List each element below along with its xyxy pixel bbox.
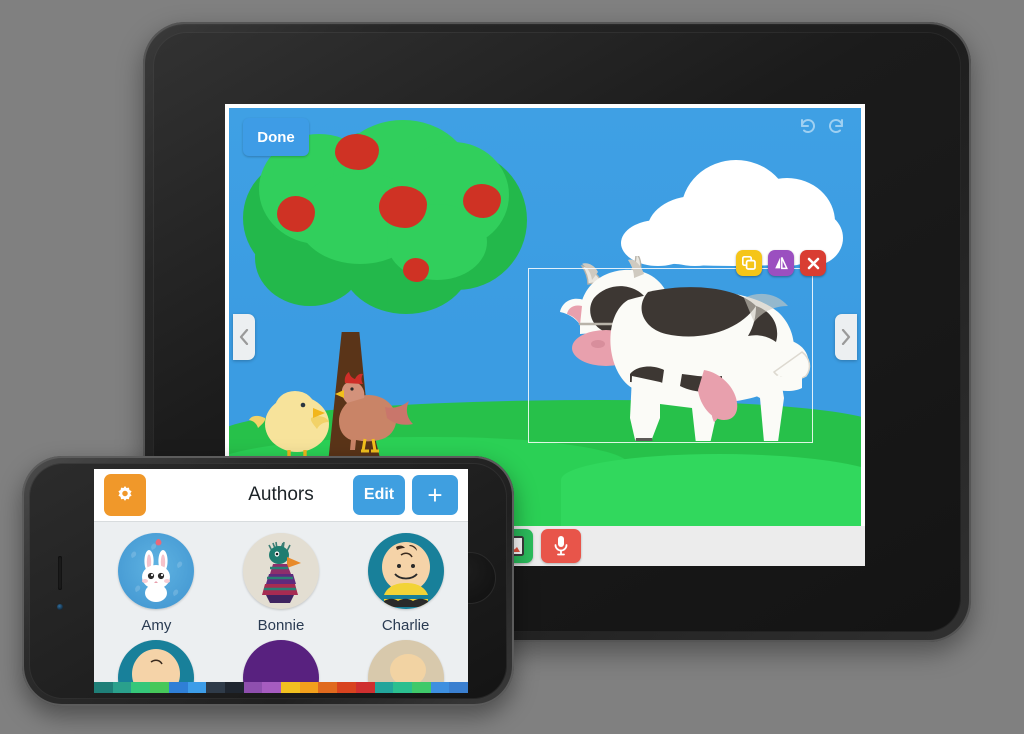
color-swatch[interactable] <box>281 682 300 693</box>
color-swatch[interactable] <box>112 682 132 693</box>
apple <box>463 184 501 218</box>
redo-icon[interactable] <box>827 116 847 136</box>
chevron-left-icon <box>239 329 249 345</box>
color-strip[interactable] <box>94 682 468 693</box>
author-item[interactable]: Charlie <box>343 533 468 634</box>
next-page-button[interactable] <box>835 314 857 360</box>
earpiece-speaker <box>58 556 62 590</box>
color-swatch[interactable] <box>243 682 263 693</box>
rabbit-illustration <box>131 539 183 602</box>
color-swatch[interactable] <box>94 682 113 693</box>
color-swatch[interactable] <box>224 682 244 693</box>
author-name: Bonnie <box>257 617 305 634</box>
authors-grid: Amy Bonnie Charlie <box>94 521 468 693</box>
header-actions: Edit + <box>353 475 458 515</box>
flip-button[interactable] <box>768 250 794 276</box>
apple <box>277 196 315 232</box>
rabbit-avatar[interactable] <box>118 533 195 609</box>
gear-icon <box>118 486 132 501</box>
delete-button[interactable] <box>800 250 826 276</box>
charlie-brown-illustration <box>381 542 430 607</box>
duplicate-button[interactable] <box>736 250 762 276</box>
color-swatch[interactable] <box>168 682 188 693</box>
scene-root: Done Authors Edit + Amy Bonnie Charlie <box>0 0 1024 734</box>
chevron-right-icon <box>841 329 851 345</box>
charlie-brown-avatar[interactable] <box>367 533 444 609</box>
color-swatch[interactable] <box>337 682 356 693</box>
microphone-icon <box>554 536 568 556</box>
color-swatch[interactable] <box>430 682 450 693</box>
color-swatch[interactable] <box>374 682 394 693</box>
add-button-label: + <box>427 480 443 510</box>
chick <box>249 391 329 462</box>
front-camera-icon <box>57 604 63 610</box>
undo-redo-group <box>797 116 847 136</box>
author-name: Charlie <box>381 617 430 634</box>
apple <box>403 258 429 282</box>
iphone-device: Authors Edit + Amy Bonnie Charlie <box>22 456 514 706</box>
author-name: Amy <box>141 617 172 634</box>
color-swatch[interactable] <box>131 682 151 693</box>
author-item[interactable]: Bonnie <box>219 533 344 634</box>
authors-header: Authors Edit + <box>94 469 468 521</box>
color-swatch[interactable] <box>449 682 468 693</box>
apple <box>379 186 427 228</box>
color-swatch[interactable] <box>262 682 282 693</box>
settings-button[interactable] <box>104 474 146 516</box>
grass-right <box>561 454 861 526</box>
undo-icon[interactable] <box>797 116 817 136</box>
color-swatch[interactable] <box>150 682 169 693</box>
color-swatch[interactable] <box>299 682 319 693</box>
close-x-icon <box>807 257 819 269</box>
color-swatch[interactable] <box>318 682 338 693</box>
color-swatch[interactable] <box>411 682 431 693</box>
peacock-illustration <box>261 541 301 603</box>
edit-button-label: Edit <box>363 486 395 503</box>
color-swatch[interactable] <box>187 682 207 693</box>
edit-button[interactable]: Edit <box>353 475 405 515</box>
color-swatch[interactable] <box>355 682 375 693</box>
done-button[interactable]: Done <box>243 118 309 156</box>
flip-horizontal-icon <box>775 257 788 270</box>
add-author-button[interactable]: + <box>412 475 458 515</box>
done-button-label: Done <box>257 128 295 146</box>
cloud <box>621 148 843 266</box>
color-swatch[interactable] <box>206 682 225 693</box>
record-button[interactable] <box>541 529 581 563</box>
object-toolbar <box>736 250 826 276</box>
prev-page-button[interactable] <box>233 314 255 360</box>
iphone-screen: Authors Edit + Amy Bonnie Charlie <box>94 469 468 693</box>
duplicate-icon <box>742 256 756 270</box>
selection-box[interactable] <box>528 268 813 443</box>
peacock-avatar[interactable] <box>242 533 319 609</box>
author-item[interactable]: Amy <box>94 533 219 634</box>
color-swatch[interactable] <box>393 682 412 693</box>
apple <box>335 134 379 170</box>
